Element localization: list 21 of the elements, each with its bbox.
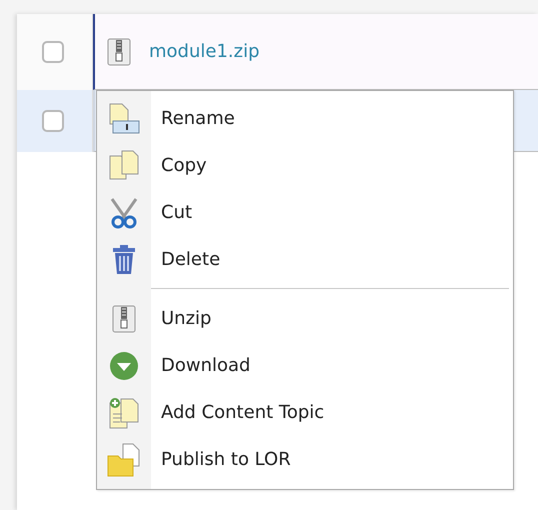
- selected-row[interactable]: module1.zip: [93, 14, 538, 90]
- download-icon: [109, 350, 139, 380]
- menu-item[interactable]: Unzip: [97, 295, 513, 342]
- folder-document-icon: [107, 442, 141, 476]
- menu-item[interactable]: Download: [97, 342, 513, 389]
- zipper-file-icon: [112, 304, 136, 332]
- copy-icon: [107, 150, 141, 182]
- menu-item[interactable]: Copy: [97, 142, 513, 189]
- menu-item[interactable]: Add Content Topic: [97, 389, 513, 436]
- menu-item[interactable]: Delete: [97, 236, 513, 283]
- scissors-icon: [109, 196, 139, 228]
- file-name-link[interactable]: module1.zip: [149, 41, 260, 62]
- menu-item[interactable]: Rename: [97, 95, 513, 142]
- menu-item[interactable]: Cut: [97, 189, 513, 236]
- trash-icon: [111, 244, 137, 274]
- row-checkbox[interactable]: [42, 110, 64, 132]
- add-document-icon: [107, 396, 141, 428]
- row-checkbox[interactable]: [42, 41, 64, 63]
- menu-item[interactable]: Publish to LOR: [97, 436, 513, 483]
- rename-icon: [107, 102, 141, 134]
- zipper-file-icon: [107, 38, 131, 66]
